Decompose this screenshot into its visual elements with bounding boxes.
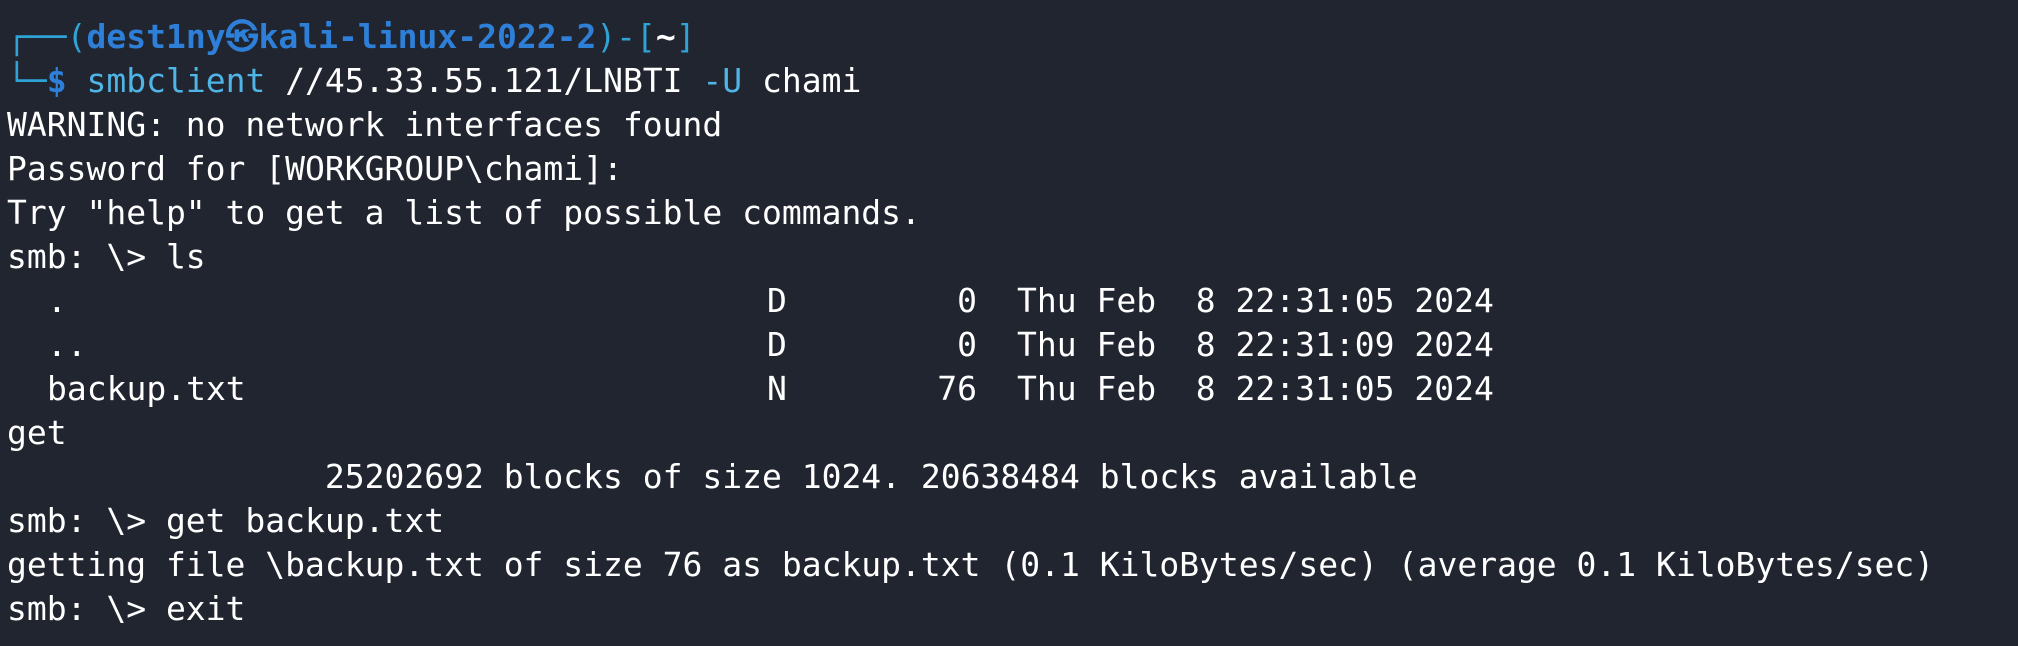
smb-ls-command: smb: \> ls [7, 237, 206, 276]
listing-date: Thu Feb 8 22:31:09 2024 [1017, 325, 1494, 364]
listing-name: . [47, 281, 67, 320]
listing-row: .. D 0 Thu Feb 8 22:31:09 2024 [7, 323, 2018, 367]
output-get: get [7, 413, 67, 452]
prompt-command-line: └─$ smbclient //45.33.55.121/LNBTI -U ch… [7, 59, 2018, 103]
prompt-frame-close: ] [675, 17, 696, 56]
output-password-prompt: Password for [WORKGROUP\chami]: [7, 149, 623, 188]
command-target: //45.33.55.121/LNBTI [285, 61, 683, 100]
output-warning: WARNING: no network interfaces found [7, 105, 723, 144]
prompt-frame-bottom: └─ [7, 61, 47, 100]
output-help-hint: Try "help" to get a list of possible com… [7, 193, 921, 232]
listing-size: 0 [957, 325, 977, 364]
prompt-user-host: dest1ny㉿kali-linux-2022-2 [86, 17, 597, 56]
listing-size: 76 [937, 369, 977, 408]
listing-date: Thu Feb 8 22:31:05 2024 [1017, 281, 1494, 320]
smb-exit-command: smb: \> exit [7, 589, 246, 628]
prompt-dollar: $ [46, 61, 67, 100]
listing-type: D [767, 281, 787, 320]
listing-type: D [767, 325, 787, 364]
prompt-frame-mid: )-[ [596, 17, 656, 56]
listing-size: 0 [957, 281, 977, 320]
command-flag-value: chami [762, 61, 862, 100]
prompt-header-line: ┌──(dest1ny㉿kali-linux-2022-2)-[~] [7, 15, 2018, 59]
output-blocks-summary: 25202692 blocks of size 1024. 20638484 b… [7, 457, 1418, 496]
listing-row: . D 0 Thu Feb 8 22:31:05 2024 [7, 279, 2018, 323]
prompt-cwd: ~ [655, 17, 676, 56]
command-flag: -U [702, 61, 743, 100]
prompt-frame-top: ┌──( [7, 17, 87, 56]
smb-get-command: smb: \> get backup.txt [7, 501, 445, 540]
listing-date: Thu Feb 8 22:31:05 2024 [1017, 369, 1494, 408]
listing-name: backup.txt [47, 369, 246, 408]
listing-row: backup.txt N 76 Thu Feb 8 22:31:05 2024 [7, 367, 2018, 411]
terminal-window[interactable]: ┌──(dest1ny㉿kali-linux-2022-2)-[~] └─$ s… [0, 0, 2018, 646]
output-getting-file: getting file \backup.txt of size 76 as b… [7, 545, 1935, 584]
command-name: smbclient [86, 61, 266, 100]
listing-type: N [767, 369, 787, 408]
listing-name: .. [47, 325, 87, 364]
